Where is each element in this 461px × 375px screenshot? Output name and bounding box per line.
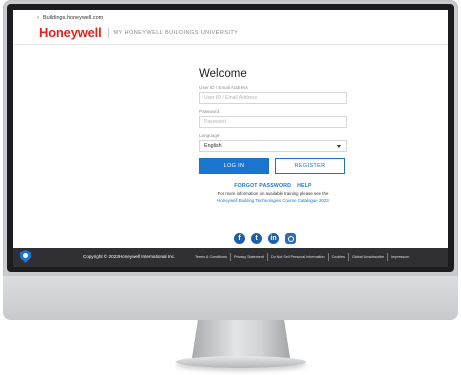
welcome-heading: Welcome [199,68,247,80]
password-label: Password [199,109,220,114]
footer-link-terms[interactable]: Terms & Conditions [192,253,230,261]
footer-links: Terms & Conditions Privacy Statement Do … [192,253,412,261]
linkedin-icon[interactable]: in [268,233,279,244]
footer-link-privacy[interactable]: Privacy Statement [229,253,267,261]
caret-down-icon [337,145,341,148]
language-value: English [204,143,222,149]
language-select[interactable]: English [199,140,347,152]
screen: ‹ Buildings.honeywell.com Honeywell MY H… [13,10,448,267]
social-links: f t in [234,233,296,244]
login-button[interactable]: LOG IN [199,158,269,174]
user-id-input[interactable]: User ID / Email Address [199,92,347,104]
monitor-chin [3,276,458,320]
back-link[interactable]: ‹ Buildings.honeywell.com [37,15,103,21]
honeywell-logo[interactable]: Honeywell [39,25,102,40]
password-input[interactable]: Password [199,116,347,128]
facebook-icon[interactable]: f [234,233,245,244]
help-links: FORGOT PASSWORD HELP [199,183,347,189]
language-label: Language [199,133,220,138]
footer: Copyright © 2023Honeywell International … [13,248,448,267]
footer-link-do-not-sell[interactable]: Do Not Sell Personal Information [266,253,328,261]
twitter-icon[interactable]: t [251,233,262,244]
training-info-text: For more information on available traini… [217,191,329,196]
login-form: Welcome User ID / Email Address User ID … [199,68,347,204]
user-id-label: User ID / Email Address [199,85,248,90]
footer-link-impressum[interactable]: Impressum [387,253,412,261]
footer-link-unsubscribe[interactable]: Global Unsubscribe [347,253,387,261]
brand: Honeywell MY HONEYWELL BUILDINGS UNIVERS… [39,25,238,40]
copyright-text: Copyright © 2023Honeywell International … [83,254,176,259]
help-link[interactable]: HELP [297,183,312,189]
forgot-password-link[interactable]: FORGOT PASSWORD [234,183,291,189]
university-name: MY HONEYWELL BUILDINGS UNIVERSITY [113,29,239,36]
top-bar: ‹ Buildings.honeywell.com Honeywell MY H… [13,10,448,45]
instagram-icon[interactable] [285,233,296,244]
monitor-stand-base [176,356,306,368]
back-link-label: Buildings.honeywell.com [43,15,104,21]
monitor-stand-neck [192,320,290,358]
training-info: For more information on available traini… [188,191,358,204]
course-catalogue-link[interactable]: Honeywell Building Technologies Course C… [188,198,358,205]
footer-link-cookies[interactable]: Cookies [327,253,348,261]
chevron-left-icon: ‹ [37,15,39,21]
register-button[interactable]: REGISTER [275,158,345,174]
shield-icon[interactable] [20,250,31,263]
brand-divider [107,27,109,38]
button-row: LOG IN REGISTER [199,158,347,174]
